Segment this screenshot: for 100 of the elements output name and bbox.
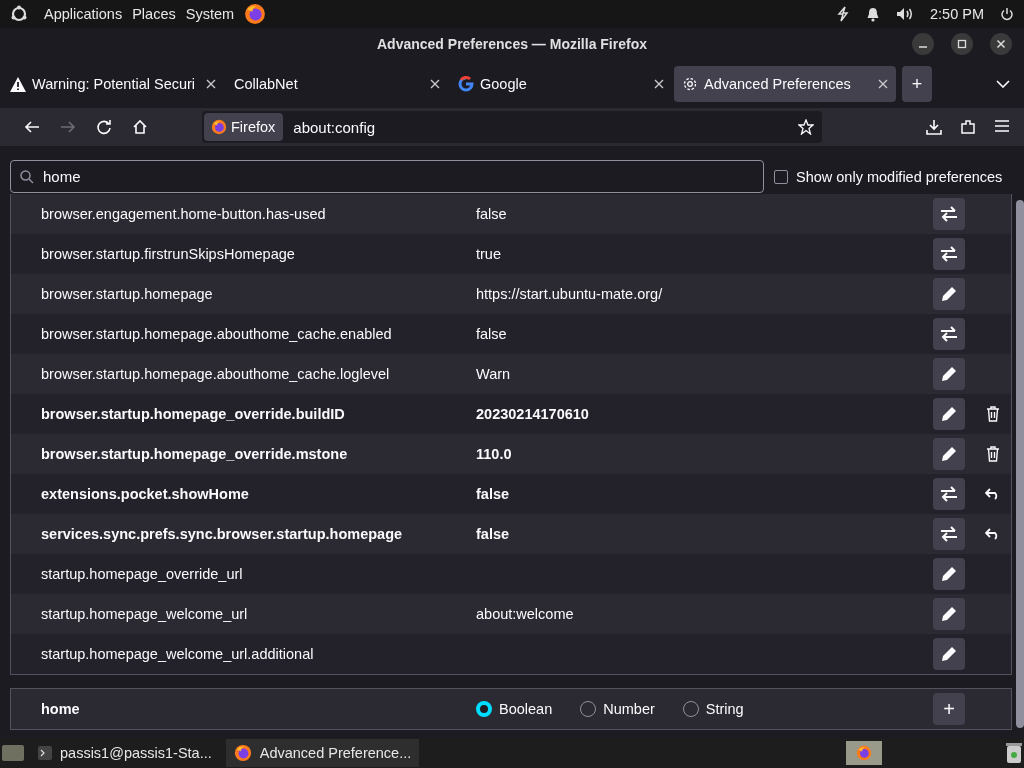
identity-button[interactable]: Firefox [204, 113, 284, 141]
search-field[interactable]: home [10, 160, 764, 193]
pref-value: true [476, 246, 501, 262]
chevron-down-icon[interactable] [996, 80, 1010, 88]
network-icon[interactable] [836, 5, 850, 23]
toggle-button[interactable] [933, 198, 965, 230]
scrollbar[interactable] [1016, 200, 1024, 728]
pencil-icon [941, 566, 957, 582]
toggle-button[interactable] [933, 238, 965, 270]
swap-icon [940, 246, 958, 262]
show-desktop-icon[interactable] [2, 744, 24, 762]
edit-button[interactable] [933, 398, 965, 430]
forward-icon[interactable] [60, 119, 76, 135]
pref-value: about:welcome [476, 606, 574, 622]
reload-icon[interactable] [96, 119, 112, 135]
minimize-button[interactable] [912, 33, 934, 55]
pref-value: https://start.ubuntu-mate.org/ [476, 286, 663, 302]
close-icon[interactable] [430, 79, 440, 89]
pencil-icon [941, 366, 957, 382]
firefox-icon[interactable] [244, 3, 267, 25]
pref-name: startup.homepage_welcome_url.additional [41, 646, 315, 662]
pref-name: startup.homepage_override_url [41, 566, 244, 582]
close-button[interactable] [990, 33, 1012, 55]
back-icon[interactable] [24, 119, 40, 135]
pref-value: Warn [476, 366, 511, 382]
pref-name: browser.engagement.home-button.has-used [41, 206, 327, 222]
power-icon[interactable] [1000, 7, 1014, 21]
pref-value: false [476, 206, 507, 222]
pencil-icon [941, 406, 957, 422]
pref-name: extensions.pocket.showHome [41, 486, 250, 502]
clock: 2:50 PM [930, 6, 984, 22]
window-title: Advanced Preferences — Mozilla Firefox [377, 36, 647, 52]
edit-button[interactable] [933, 438, 965, 470]
swap-icon [940, 326, 958, 342]
edit-button[interactable] [933, 278, 965, 310]
delete-icon[interactable] [986, 406, 1000, 422]
maximize-button[interactable] [951, 33, 973, 55]
radio-label[interactable]: Number [603, 701, 655, 717]
pref-name: browser.startup.firstrunSkipsHomepage [41, 246, 296, 262]
puzzle-icon[interactable] [960, 119, 976, 135]
terminal-icon [38, 746, 52, 760]
pencil-icon [941, 286, 957, 302]
new-tab-button[interactable]: + [902, 66, 932, 102]
checkbox[interactable] [774, 169, 788, 184]
toggle-button[interactable] [933, 518, 965, 550]
pref-name: browser.startup.homepage_override.buildID [41, 406, 346, 422]
edit-button[interactable] [933, 638, 965, 670]
taskbar-item[interactable]: passis1@passis1-Sta... [30, 739, 220, 767]
add-button[interactable]: + [933, 693, 965, 725]
trash-icon[interactable] [1006, 743, 1022, 763]
gear-icon [682, 76, 698, 92]
pref-value: false [476, 326, 507, 342]
swap-icon [940, 206, 958, 222]
panel-menu[interactable]: System [185, 6, 235, 22]
search-icon [20, 170, 34, 184]
speaker-icon[interactable] [896, 7, 914, 21]
pref-name: startup.homepage_welcome_url [41, 606, 249, 622]
toggle-button[interactable] [933, 318, 965, 350]
google-icon [458, 76, 474, 92]
pref-name: browser.startup.homepage [41, 286, 214, 302]
pref-value: 110.0 [476, 446, 512, 462]
radio-label[interactable]: Boolean [499, 701, 553, 717]
star-icon[interactable] [798, 119, 814, 135]
close-icon[interactable] [878, 79, 888, 89]
pref-name: browser.startup.homepage.abouthome_cache.enabled [41, 326, 393, 342]
taskbar-item[interactable]: Advanced Preference... [225, 739, 420, 767]
delete-icon[interactable] [986, 446, 1000, 462]
pref-name: browser.startup.homepage_override.mstone [41, 446, 349, 462]
panel-menu[interactable]: Places [132, 6, 176, 22]
home-icon[interactable] [132, 119, 148, 135]
browser-tab[interactable]: Advanced Preferences [674, 66, 896, 102]
edit-button[interactable] [933, 598, 965, 630]
browser-tab[interactable]: CollabNet [226, 66, 448, 102]
edit-button[interactable] [933, 558, 965, 590]
menu-icon[interactable] [994, 119, 1010, 133]
new-pref-name: home [41, 701, 81, 717]
ubuntu-logo-icon[interactable] [10, 5, 28, 23]
url-text: about:config [293, 118, 377, 136]
edit-button[interactable] [933, 358, 965, 390]
close-icon[interactable] [206, 79, 216, 89]
bell-icon[interactable] [866, 6, 880, 22]
browser-tab[interactable]: Google [450, 66, 672, 102]
close-icon[interactable] [654, 79, 664, 89]
warning-icon [10, 76, 26, 92]
toggle-button[interactable] [933, 478, 965, 510]
download-icon[interactable] [926, 119, 942, 135]
firefox-icon[interactable] [211, 119, 227, 135]
workspace-switcher[interactable] [846, 741, 882, 765]
swap-icon [940, 526, 958, 542]
pencil-icon [941, 606, 957, 622]
radio-button[interactable] [476, 701, 492, 717]
swap-icon [940, 486, 958, 502]
checkbox-label[interactable]: Show only modified preferences [796, 168, 1003, 185]
panel-menu[interactable]: Applications [44, 6, 123, 22]
browser-tab[interactable]: Warning: Potential Securi [2, 66, 224, 102]
pref-value: false [476, 526, 510, 542]
pref-name: services.sync.prefs.sync.browser.startup.homepage [41, 526, 404, 542]
address-bar[interactable]: Firefox about:config [202, 111, 822, 143]
radio-label[interactable]: String [705, 701, 744, 717]
firefox-icon[interactable] [233, 744, 252, 762]
